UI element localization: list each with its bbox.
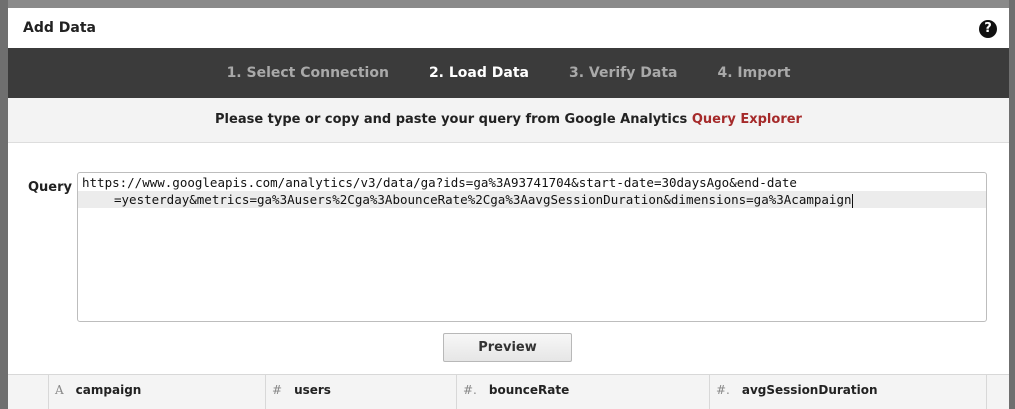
- column-header-avgsessionduration[interactable]: #. avgSessionDuration: [709, 375, 987, 409]
- preview-wrapper: Preview: [443, 333, 572, 362]
- query-explorer-link[interactable]: Query Explorer: [692, 112, 802, 127]
- step-bar: 1. Select Connection 2. Load Data 3. Ver…: [8, 48, 1009, 98]
- query-label: Query: [28, 180, 73, 195]
- column-name: campaign: [75, 383, 142, 397]
- instructions-bar: Please type or copy and paste your query…: [8, 98, 1009, 143]
- integer-type-icon: #: [272, 383, 283, 397]
- column-header-bouncerate[interactable]: #. bounceRate: [456, 375, 710, 409]
- query-input[interactable]: https://www.googleapis.com/analytics/v3/…: [77, 172, 987, 322]
- step-import[interactable]: 4. Import: [717, 65, 790, 81]
- decimal-type-icon: #.: [463, 383, 477, 397]
- query-line-1: https://www.googleapis.com/analytics/v3/…: [82, 175, 797, 190]
- column-header-campaign[interactable]: Acampaign: [48, 375, 266, 409]
- step-verify-data[interactable]: 3. Verify Data: [569, 65, 678, 81]
- text-caret: [851, 193, 853, 208]
- column-name: avgSessionDuration: [741, 383, 878, 397]
- step-select-connection[interactable]: 1. Select Connection: [227, 65, 389, 81]
- background-right: [1009, 0, 1015, 409]
- step-load-data[interactable]: 2. Load Data: [429, 65, 529, 81]
- instructions-text: Please type or copy and paste your query…: [215, 112, 802, 127]
- preview-button[interactable]: Preview: [443, 333, 572, 362]
- query-section: Query https://www.googleapis.com/analyti…: [8, 143, 1009, 323]
- instructions-message: Please type or copy and paste your query…: [215, 112, 692, 127]
- text-type-icon: A: [55, 383, 64, 397]
- query-line-2-text: =yesterday&metrics=ga%3Ausers%2Cga%3Abou…: [114, 192, 852, 207]
- add-data-dialog: Add Data ? 1. Select Connection 2. Load …: [8, 8, 1009, 409]
- query-line-2: =yesterday&metrics=ga%3Ausers%2Cga%3Abou…: [78, 191, 986, 208]
- decimal-type-icon: #.: [716, 383, 730, 397]
- column-name: bounceRate: [488, 383, 570, 397]
- dialog-title: Add Data: [23, 20, 96, 36]
- preview-table-header: Acampaign # users #. bounceRate #. avgSessi…: [8, 374, 1009, 409]
- column-name: users: [294, 383, 331, 397]
- column-header-users[interactable]: # users: [265, 375, 457, 409]
- dialog-titlebar: Add Data ?: [8, 8, 1009, 48]
- background-left: [0, 0, 8, 409]
- help-icon[interactable]: ?: [979, 20, 997, 38]
